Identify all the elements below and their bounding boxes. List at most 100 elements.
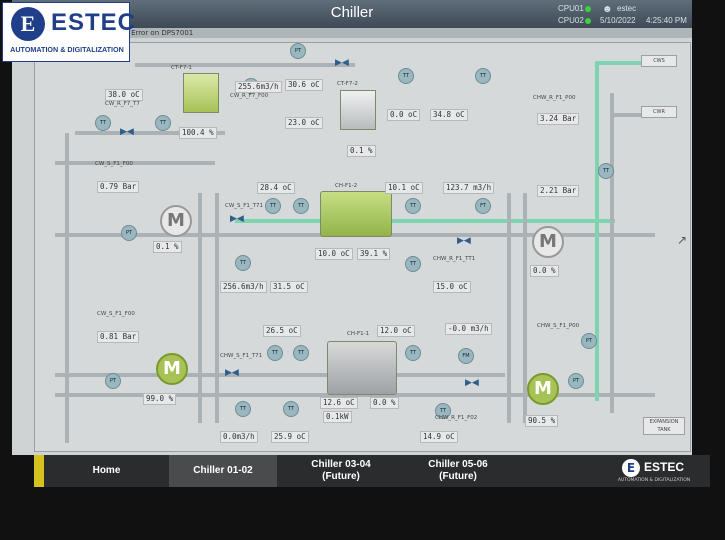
value-display: 0.81 Bar xyxy=(97,331,140,343)
temp-sensor-icon[interactable]: TT xyxy=(267,345,283,361)
nav-home[interactable]: Home xyxy=(44,455,169,487)
value-display: 255.6m3/h xyxy=(235,81,282,93)
tower-2-name: CT-F7-2 xyxy=(337,81,358,87)
pipe xyxy=(507,193,511,423)
pump-cw-1[interactable]: M xyxy=(160,205,192,237)
pressure-sensor-icon[interactable]: PT xyxy=(121,225,137,241)
value-display: 25.9 oC xyxy=(271,431,309,443)
temp-sensor-icon[interactable]: TT xyxy=(475,68,491,84)
valve-icon[interactable]: ▶◀ xyxy=(457,237,471,246)
pump-chw-1-speed: 0.0 % xyxy=(530,265,559,277)
pressure-sensor-icon[interactable]: PT xyxy=(290,43,306,59)
pump-chw-1[interactable]: M xyxy=(532,226,564,258)
tag-label: CW_R_F7_T7 xyxy=(105,101,140,107)
nav-chiller-03-04[interactable]: Chiller 03-04 (Future) xyxy=(287,459,395,491)
chiller-1-name: CH-F1-1 xyxy=(347,331,370,337)
chiller-2-temp: 10.0 oC xyxy=(315,248,353,260)
temp-sensor-icon[interactable]: TT xyxy=(293,345,309,361)
value-display: 23.0 oC xyxy=(285,117,323,129)
user-name: estec xyxy=(617,4,637,13)
value-display: 15.0 oC xyxy=(433,281,471,293)
temp-sensor-icon[interactable]: TT xyxy=(405,256,421,272)
logo-subtitle: AUTOMATION & DIGITALIZATION xyxy=(10,45,124,54)
estec-logo-icon: E xyxy=(11,7,45,41)
cpu1-label: CPU01 xyxy=(558,4,584,13)
chiller-ch-f1-1[interactable] xyxy=(327,341,397,395)
value-display: 28.4 oC xyxy=(257,182,295,194)
value-display: 34.8 oC xyxy=(430,109,468,121)
value-display: 10.1 oC xyxy=(385,182,423,194)
user-icon[interactable]: ☻ xyxy=(602,4,613,15)
expansion-tank[interactable]: EXPANSION TANK xyxy=(643,417,685,435)
value-display: 0.0 oC xyxy=(387,109,421,121)
nav-logo-subtitle: AUTOMATION & DIGITALIZATION xyxy=(617,478,691,483)
temp-sensor-icon[interactable]: TT xyxy=(398,68,414,84)
cooling-tower-2[interactable] xyxy=(340,90,376,130)
cpu2-status-icon xyxy=(585,18,591,24)
hmi-monitor: Chiller CPU01 CPU02 ☻ estec 5/10/2022 4:… xyxy=(0,0,725,540)
hmi-screen: Chiller CPU01 CPU02 ☻ estec 5/10/2022 4:… xyxy=(12,0,692,455)
cws-outlet-tag: CWS xyxy=(641,55,677,67)
tag-label: CHW_R_F1_P00 xyxy=(533,95,576,101)
temp-sensor-icon[interactable]: TT xyxy=(155,115,171,131)
pipe-chw xyxy=(235,219,615,223)
chiller-ch-f1-2[interactable] xyxy=(320,191,392,237)
valve-icon[interactable]: ▶◀ xyxy=(465,379,479,388)
temp-sensor-icon[interactable]: TT xyxy=(598,163,614,179)
temp-sensor-icon[interactable]: TT xyxy=(235,255,251,271)
flow-sensor-icon[interactable]: FM xyxy=(458,348,474,364)
nav-chiller-01-02[interactable]: Chiller 01-02 xyxy=(169,455,277,487)
value-display: 2.21 Bar xyxy=(537,185,580,197)
temp-sensor-icon[interactable]: TT xyxy=(235,401,251,417)
date-label: 5/10/2022 xyxy=(600,16,636,25)
pump-cw-2[interactable]: M xyxy=(156,353,188,385)
valve-icon[interactable]: ▶◀ xyxy=(225,369,239,378)
nav-logo-word: ESTEC xyxy=(644,460,685,474)
tag-label: CW_S_F1_F00 xyxy=(97,311,135,317)
temp-sensor-icon[interactable]: TT xyxy=(265,198,281,214)
tag-label: CHW_S_F1_T71 xyxy=(220,353,263,359)
pressure-sensor-icon[interactable]: PT xyxy=(581,333,597,349)
temp-sensor-icon[interactable]: TT xyxy=(95,115,111,131)
pump-cw-2-speed: 99.0 % xyxy=(143,393,177,405)
value-display: 0.0m3/h xyxy=(220,431,258,443)
pressure-sensor-icon[interactable]: PT xyxy=(568,373,584,389)
value-display: 256.6m3/h xyxy=(220,281,267,293)
pump-cw-1-speed: 0.1 % xyxy=(153,241,182,253)
temp-sensor-icon[interactable]: TT xyxy=(283,401,299,417)
valve-icon[interactable]: ▶◀ xyxy=(335,59,349,68)
cwr-outlet-tag: CWR xyxy=(641,106,677,118)
valve-icon[interactable]: ▶◀ xyxy=(120,128,134,137)
pipe-chw xyxy=(595,61,645,65)
tag-label: CW_S_F1_F00 xyxy=(95,161,133,167)
value-display: 0.79 Bar xyxy=(97,181,140,193)
nav-chiller-05-06[interactable]: Chiller 05-06 (Future) xyxy=(404,459,512,491)
value-display: 30.6 oC xyxy=(285,79,323,91)
value-display: -0.0 m3/h xyxy=(445,323,492,335)
cooling-tower-1[interactable] xyxy=(183,73,219,113)
logo-word: ESTEC xyxy=(51,9,137,36)
temp-sensor-icon[interactable]: TT xyxy=(405,345,421,361)
valve-icon[interactable]: ▶◀ xyxy=(230,215,244,224)
temp-sensor-icon[interactable]: TT xyxy=(293,198,309,214)
mouse-cursor-icon: ↗ xyxy=(677,233,688,247)
pipe-chw xyxy=(595,61,599,401)
cpu2-label: CPU02 xyxy=(558,16,584,25)
temp-sensor-icon[interactable]: TT xyxy=(405,198,421,214)
estec-small-logo-icon: E xyxy=(622,459,640,477)
flow-sensor-icon[interactable]: FT xyxy=(475,198,491,214)
value-display: 12.0 oC xyxy=(377,325,415,337)
pipe xyxy=(65,133,69,443)
value-display: 14.9 oC xyxy=(420,431,458,443)
value-display: 0.0 % xyxy=(370,397,399,409)
nav-logo: E ESTEC AUTOMATION & DIGITALIZATION xyxy=(618,458,700,486)
tag-label: CHW_R_F1_F02 xyxy=(435,415,478,421)
tag-label: CHW_R_F1_TT1 xyxy=(433,256,476,262)
estec-logo: E ESTEC AUTOMATION & DIGITALIZATION xyxy=(2,2,135,62)
tower-2-value: 0.1 % xyxy=(347,145,376,157)
pressure-sensor-icon[interactable]: PT xyxy=(105,373,121,389)
chiller-2-name: CH-F1-2 xyxy=(335,183,358,189)
tag-label: CHW_S_F1_P00 xyxy=(537,323,580,329)
value-display: 12.6 oC xyxy=(320,397,358,409)
pump-chw-2[interactable]: M xyxy=(527,373,559,405)
